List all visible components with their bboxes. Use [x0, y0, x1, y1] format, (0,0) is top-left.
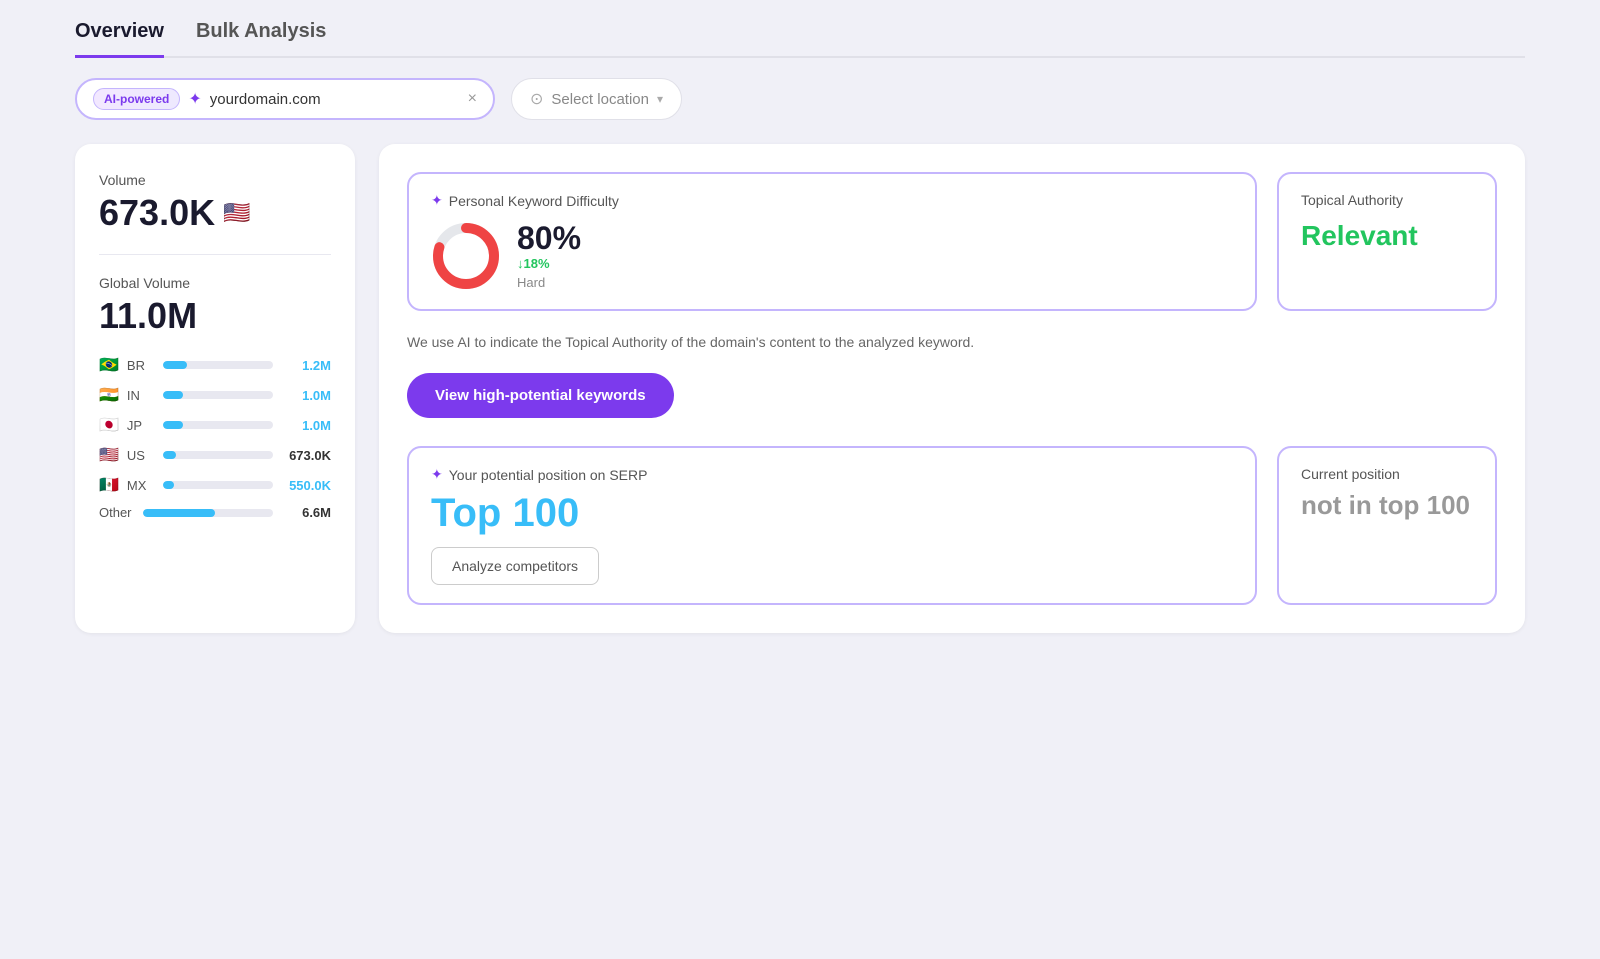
country-code: IN	[127, 388, 155, 403]
country-row: 🇲🇽 MX 550.0K	[99, 475, 331, 495]
difficulty-text: 80% ↓18% Hard	[517, 222, 581, 290]
country-row: 🇧🇷 BR 1.2M	[99, 355, 331, 375]
authority-box: Topical Authority Relevant	[1277, 172, 1497, 311]
authority-value: Relevant	[1301, 220, 1473, 252]
country-bar-container	[163, 391, 273, 399]
global-volume-value: 11.0M	[99, 295, 331, 337]
sparkle-icon-pot: ✦	[431, 466, 443, 483]
left-panel: Volume 673.0K 🇺🇸 Global Volume 11.0M 🇧🇷 …	[75, 144, 355, 633]
country-value: 550.0K	[281, 478, 331, 493]
sparkle-icon: ✦	[188, 89, 201, 109]
analyze-competitors-button[interactable]: Analyze competitors	[431, 547, 599, 585]
other-value: 6.6M	[281, 505, 331, 520]
country-code: JP	[127, 418, 155, 433]
difficulty-content: 80% ↓18% Hard	[431, 221, 1233, 291]
country-row: 🇺🇸 US 673.0K	[99, 445, 331, 465]
search-wrap: AI-powered ✦ ×	[75, 78, 495, 120]
authority-label: Topical Authority	[1301, 192, 1473, 208]
clear-button[interactable]: ×	[468, 90, 477, 108]
country-bar-container	[163, 361, 273, 369]
search-row: AI-powered ✦ × ⊙ Select location ▾	[75, 78, 1525, 120]
other-bar	[143, 509, 215, 517]
country-bar-container	[163, 451, 273, 459]
volume-label: Volume	[99, 172, 331, 188]
difficulty-box: ✦ Personal Keyword Difficulty 80% ↓	[407, 172, 1257, 311]
current-position-box: Current position not in top 100	[1277, 446, 1497, 605]
country-bar-fill	[163, 361, 187, 369]
other-bar-container	[143, 509, 273, 517]
location-icon: ⊙	[530, 89, 543, 109]
country-flag: 🇯🇵	[99, 415, 119, 435]
main-container: Overview Bulk Analysis AI-powered ✦ × ⊙ …	[75, 20, 1525, 633]
us-flag: 🇺🇸	[223, 200, 250, 226]
country-flag: 🇧🇷	[99, 355, 119, 375]
country-bar-fill	[163, 451, 176, 459]
other-label: Other	[99, 505, 135, 520]
country-flag: 🇺🇸	[99, 445, 119, 465]
country-flag: 🇲🇽	[99, 475, 119, 495]
country-flag: 🇮🇳	[99, 385, 119, 405]
country-bar-container	[163, 421, 273, 429]
sparkle-icon-diff: ✦	[431, 192, 443, 209]
tabs-bar: Overview Bulk Analysis	[75, 20, 1525, 58]
country-row: 🇯🇵 JP 1.0M	[99, 415, 331, 435]
potential-title: ✦ Your potential position on SERP	[431, 466, 1233, 483]
country-value: 1.2M	[281, 358, 331, 373]
country-value: 1.0M	[281, 418, 331, 433]
description-text: We use AI to indicate the Topical Author…	[407, 331, 1497, 353]
current-position-value: not in top 100	[1301, 490, 1473, 521]
volume-value: 673.0K 🇺🇸	[99, 192, 331, 234]
country-value: 673.0K	[281, 448, 331, 463]
view-keywords-button[interactable]: View high-potential keywords	[407, 373, 674, 418]
location-select[interactable]: ⊙ Select location ▾	[511, 78, 682, 120]
chevron-down-icon: ▾	[657, 92, 663, 106]
country-bar-fill	[163, 481, 174, 489]
location-placeholder: Select location	[551, 91, 649, 108]
difficulty-percent: 80%	[517, 222, 581, 254]
donut-chart	[431, 221, 501, 291]
ai-badge: AI-powered	[93, 88, 180, 110]
potential-value: Top 100	[431, 491, 1233, 535]
country-code: BR	[127, 358, 155, 373]
potential-box: ✦ Your potential position on SERP Top 10…	[407, 446, 1257, 605]
global-volume-label: Global Volume	[99, 275, 331, 291]
tab-bulk-analysis[interactable]: Bulk Analysis	[196, 20, 326, 58]
country-bar-container	[163, 481, 273, 489]
country-code: US	[127, 448, 155, 463]
country-row: 🇮🇳 IN 1.0M	[99, 385, 331, 405]
country-code: MX	[127, 478, 155, 493]
difficulty-title: ✦ Personal Keyword Difficulty	[431, 192, 1233, 209]
other-row: Other 6.6M	[99, 505, 331, 520]
domain-input[interactable]	[210, 91, 460, 108]
difficulty-change: ↓18%	[517, 256, 581, 271]
bottom-metrics: ✦ Your potential position on SERP Top 10…	[407, 446, 1497, 605]
country-bar-fill	[163, 391, 183, 399]
divider	[99, 254, 331, 255]
difficulty-level: Hard	[517, 275, 581, 290]
current-position-label: Current position	[1301, 466, 1473, 482]
main-content: Volume 673.0K 🇺🇸 Global Volume 11.0M 🇧🇷 …	[75, 144, 1525, 633]
top-metrics: ✦ Personal Keyword Difficulty 80% ↓	[407, 172, 1497, 311]
right-panel: ✦ Personal Keyword Difficulty 80% ↓	[379, 144, 1525, 633]
country-value: 1.0M	[281, 388, 331, 403]
country-list: 🇧🇷 BR 1.2M 🇮🇳 IN 1.0M 🇯🇵 JP 1.0M 🇺🇸 US	[99, 355, 331, 495]
country-bar-fill	[163, 421, 183, 429]
tab-overview[interactable]: Overview	[75, 20, 164, 58]
